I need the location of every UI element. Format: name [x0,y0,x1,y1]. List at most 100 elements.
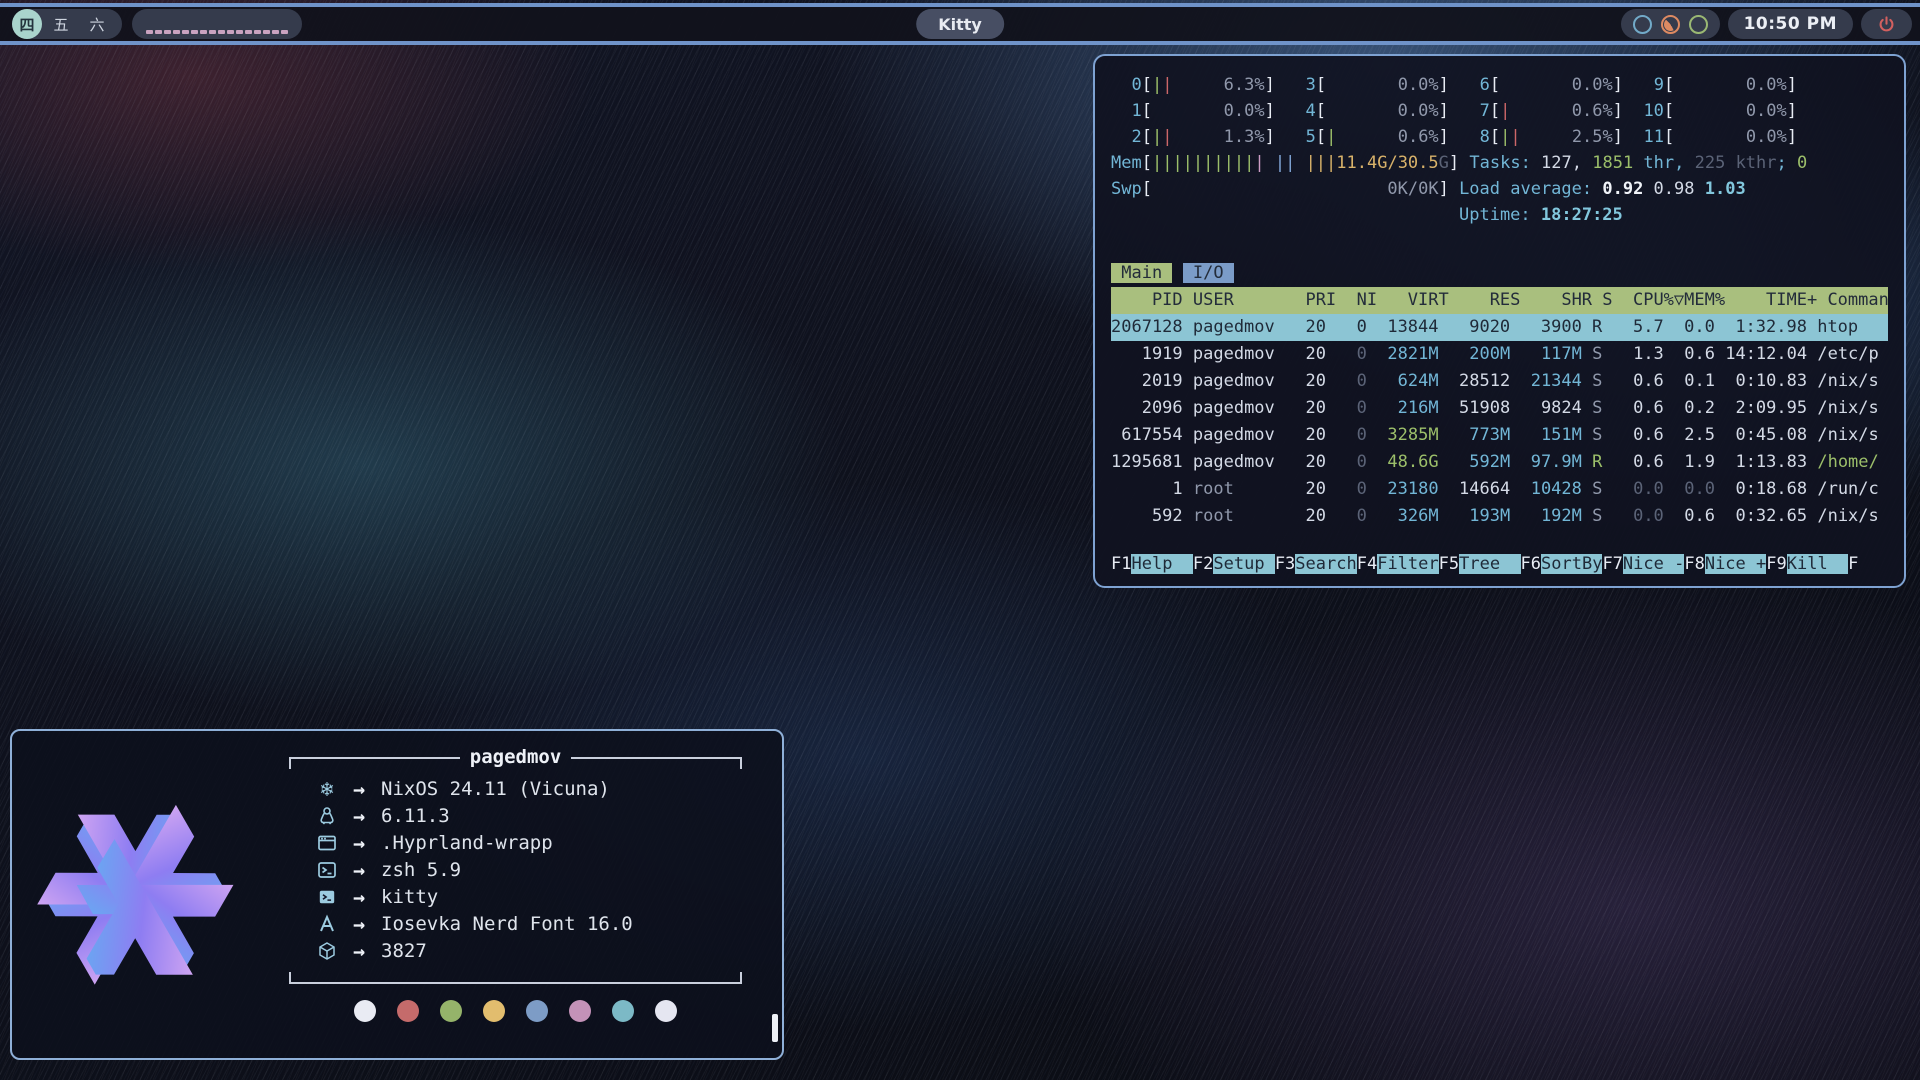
progress-dash [236,30,243,34]
fkey-label[interactable]: Kill [1787,554,1848,574]
fkey-f3[interactable]: F3 [1275,554,1295,574]
fkey-f[interactable]: F [1848,554,1858,574]
clock[interactable]: 10:50 PM [1728,9,1853,39]
nixos-logo [26,787,244,1005]
process-table-header[interactable]: PID USER PRI NI VIRT RES SHR S CPU%▽MEM%… [1111,287,1888,314]
fetch-row: → zsh 5.9 [315,856,742,883]
function-key-bar: F1Help F2Setup F3SearchF4FilterF5Tree F6… [1111,551,1888,578]
fastfetch-terminal-window: pagedmov ❄ → NixOS 24.11 (Vicuna) → 6.11.3→.… [10,729,784,1060]
htop-terminal-window: 0[|| 6.3%] 3[ 0.0%] 6[ 0.0%] 9[ 0.0%] 1[… [1093,54,1906,588]
progress-dash [281,30,288,34]
process-row[interactable]: 1 root 20 0 23180 14664 10428 S 0.0 0.0 … [1111,476,1888,503]
fetch-rows: ❄ → NixOS 24.11 (Vicuna) → 6.11.3→.Hyprland-… [289,769,742,972]
progress-dash [245,30,252,34]
color-dot [612,1000,634,1022]
process-row[interactable]: 1295681 pagedmov 20 0 48.6G 592M 97.9M R… [1111,449,1888,476]
fetch-row: → Iosevka Nerd Font 16.0 [315,910,742,937]
fkey-label[interactable]: Setup [1213,554,1274,574]
process-row-selected[interactable]: 2067128 pagedmov 20 0 13844 9020 3900 R … [1111,314,1888,341]
htop-meter-line-1: 0[|| 6.3%] 3[ 0.0%] 6[ 0.0%] 9[ 0.0%] [1111,72,1888,98]
fetch-value: kitty [381,886,438,908]
fkey-f9[interactable]: F9 [1766,554,1786,574]
progress-dash [218,30,225,34]
progress-dash [272,30,279,34]
ring-fill [1664,18,1677,31]
fkey-f1[interactable]: F1 [1111,554,1131,574]
process-row[interactable]: 1919 pagedmov 20 0 2821M 200M 117M S 1.3… [1111,341,1888,368]
media-progress-pill[interactable] [132,9,302,39]
color-dot [569,1000,591,1022]
font-icon [315,912,339,936]
bar-right-group: 10:50 PM [1621,9,1912,39]
progress-dash [209,30,216,34]
workspace-1[interactable]: 四 [12,9,42,39]
top-bar: 四五六 Kitty 10:50 PM [0,3,1920,45]
process-row[interactable]: 592 root 20 0 326M 193M 192M S 0.0 0.6 0… [1111,503,1888,530]
progress-dash [164,30,171,34]
htop-meter-line-4: Mem[||||||||||| || |||11.4G/30.5G] Tasks… [1111,150,1888,176]
terminal-filled-icon [315,885,339,909]
fkey-f4[interactable]: F4 [1357,554,1377,574]
fetch-value: NixOS 24.11 (Vicuna) [381,778,610,800]
fkey-f2[interactable]: F2 [1193,554,1213,574]
fkey-label[interactable]: Filter [1377,554,1438,574]
fkey-label[interactable]: Tree [1459,554,1520,574]
tab-io[interactable]: I/O [1183,263,1234,283]
fkey-label[interactable]: Nice - [1623,554,1684,574]
progress-dash [191,30,198,34]
window-icon [315,831,339,855]
nix-snowflake-icon: ❄ [315,777,339,801]
fkey-label[interactable]: Search [1295,554,1356,574]
fetch-value: Iosevka Nerd Font 16.0 [381,913,633,935]
progress-dash [263,30,270,34]
fkey-label[interactable]: SortBy [1541,554,1602,574]
process-row[interactable]: 2096 pagedmov 20 0 216M 51908 9824 S 0.6… [1111,395,1888,422]
progress-dash [200,30,207,34]
terminal-outline-icon [315,858,339,882]
fetch-value: 6.11.3 [381,805,450,827]
fetch-row: →.Hyprland-wrapp [315,829,742,856]
progress-dash [155,30,162,34]
media-progress-dashes [146,30,288,34]
progress-dash [182,30,189,34]
fkey-label[interactable]: Help [1131,554,1192,574]
bar-left-group: 四五六 [12,9,302,39]
arrow-icon: → [353,777,365,801]
progress-dash [254,30,261,34]
workspaces-pill: 四五六 [12,9,122,39]
htop-meter-line-3: 2[|| 1.3%] 5[| 0.6%] 8[|| 2.5%] 11[ 0.0%… [1111,124,1888,150]
fkey-f8[interactable]: F8 [1684,554,1704,574]
htop-meter-line-6: Uptime: 18:27:25 [1111,202,1888,228]
fetch-row: ❄ → NixOS 24.11 (Vicuna) [315,775,742,802]
system-monitor-pill[interactable] [1621,9,1720,39]
color-dot [397,1000,419,1022]
workspace-3[interactable]: 六 [80,9,114,39]
fetch-value: zsh 5.9 [381,859,461,881]
memory-ring-icon[interactable] [1689,15,1708,34]
htop-meter-line-2: 1[ 0.0%] 4[ 0.0%] 7[| 0.6%] 10[ 0.0%] [1111,98,1888,124]
disk-ring-icon[interactable] [1661,15,1680,34]
workspace-2[interactable]: 五 [44,9,78,39]
penguin-icon [315,804,339,828]
fkey-label[interactable]: Nice + [1705,554,1766,574]
process-row[interactable]: 617554 pagedmov 20 0 3285M 773M 151M S 0… [1111,422,1888,449]
cpu-ring-icon[interactable] [1633,15,1652,34]
htop-meters-block: 0[|| 6.3%] 3[ 0.0%] 6[ 0.0%] 9[ 0.0%] 1[… [1111,72,1888,228]
arrow-icon: → [353,858,365,882]
fkey-f6[interactable]: F6 [1521,554,1541,574]
package-icon [315,939,339,963]
fkey-f5[interactable]: F5 [1439,554,1459,574]
fetch-row: →3827 [315,937,742,964]
process-row[interactable]: 2019 pagedmov 20 0 624M 28512 21344 S 0.… [1111,368,1888,395]
htop-tabs: Main I/O [1111,260,1888,287]
tab-main[interactable]: Main [1111,263,1172,283]
frame-top: pagedmov [289,757,742,769]
frame-bottom [289,972,742,984]
progress-dash [173,30,180,34]
fkey-f7[interactable]: F7 [1602,554,1622,574]
progress-dash [146,30,153,34]
power-button[interactable] [1861,9,1912,39]
scrollbar[interactable] [772,1014,778,1042]
arrow-icon: → [353,912,365,936]
fetch-value: 3827 [381,940,427,962]
